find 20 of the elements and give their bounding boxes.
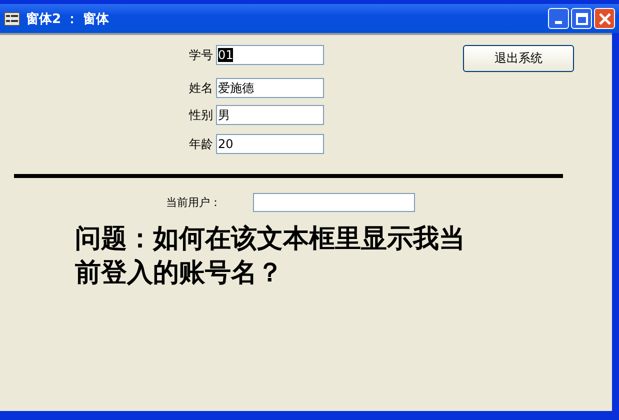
input-field[interactable]: 爱施德: [216, 78, 324, 98]
field-label: 当前用户：: [166, 195, 222, 210]
window-title: 窗体2 ： 窗体: [26, 10, 110, 28]
question-text: 问题：如何在该文本框里显示我当前登入的账号名？: [75, 223, 466, 290]
field-label: 年龄: [188, 136, 213, 152]
maximize-button[interactable]: [571, 8, 592, 29]
minimize-button[interactable]: [548, 8, 569, 29]
close-icon: [598, 12, 610, 24]
minimize-icon: [555, 21, 562, 24]
input-field[interactable]: 男: [216, 105, 324, 125]
exit-button[interactable]: 退出系统: [463, 45, 574, 72]
field-label: 学号: [188, 46, 213, 64]
input-field[interactable]: [253, 193, 415, 212]
field-label: 性别: [188, 106, 213, 124]
input-field[interactable]: 20: [216, 134, 324, 154]
close-button[interactable]: [594, 8, 615, 29]
form-icon: [4, 12, 20, 26]
maximize-icon: [576, 12, 588, 24]
input-field[interactable]: 01: [216, 45, 324, 65]
field-label: 姓名: [188, 80, 213, 96]
